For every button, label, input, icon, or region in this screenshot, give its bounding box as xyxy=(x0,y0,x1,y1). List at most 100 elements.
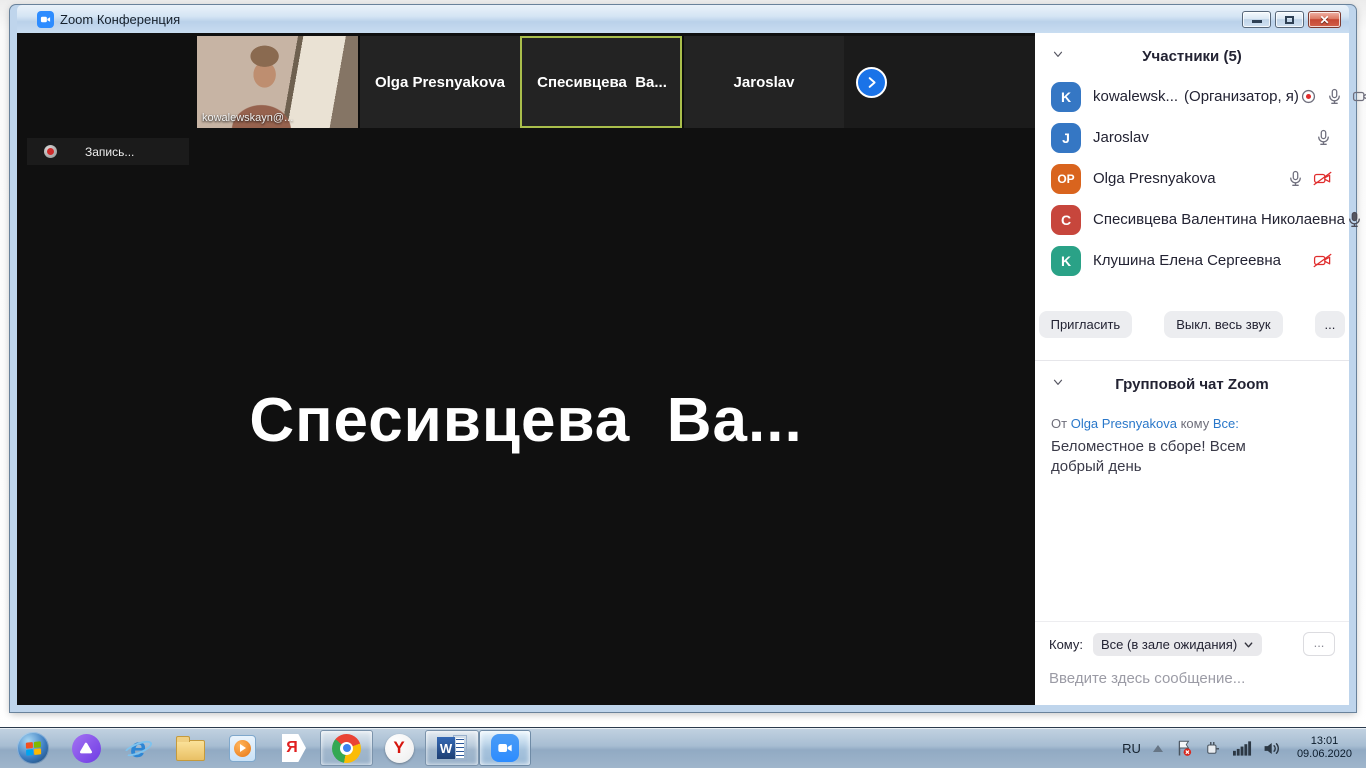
chevron-right-icon xyxy=(864,75,879,90)
camera-off-icon[interactable] xyxy=(1312,251,1333,270)
zoom-taskbar-button[interactable] xyxy=(479,730,531,766)
recipient-selector[interactable]: Все (в зале ожидания) xyxy=(1093,633,1262,656)
yandex-browser-icon: Y xyxy=(385,734,414,763)
video-tile-active-speaker[interactable]: Спесивцева Ва... xyxy=(520,36,682,128)
action-center-button[interactable] xyxy=(1175,739,1193,757)
collapse-chat-button[interactable] xyxy=(1051,375,1065,394)
participant-icons xyxy=(1286,169,1333,188)
self-video-label: kowalewskayn@... xyxy=(202,112,293,124)
participant-name: Olga Presnyakova xyxy=(1093,170,1216,187)
window-title: Zoom Конференция xyxy=(60,12,180,27)
mic-icon[interactable] xyxy=(1325,87,1344,106)
chat-message-text: Беломестное в сборе! Всем добрый день xyxy=(1051,437,1301,477)
tray-time: 13:01 xyxy=(1297,735,1352,748)
windows-media-player-icon xyxy=(229,735,256,762)
chat-header: Групповой чат Zoom xyxy=(1035,361,1349,404)
yandex-search-button[interactable]: Я xyxy=(268,730,320,766)
video-tile-label: Jaroslav xyxy=(734,74,795,91)
chevron-down-icon xyxy=(1051,47,1065,61)
message-input[interactable]: Введите здесь сообщение... xyxy=(1049,670,1335,687)
network-status-button[interactable] xyxy=(1233,740,1252,756)
chat-compose: Кому: Все (в зале ожидания) ... Введите … xyxy=(1035,621,1349,705)
recording-label: Запись... xyxy=(85,145,134,159)
participant-role: (Организатор, я) xyxy=(1184,88,1299,105)
video-tile[interactable]: Olga Presnyakova xyxy=(358,36,520,128)
window-body: kowalewskayn@... Olga Presnyakova Спесив… xyxy=(17,33,1349,705)
signal-bars-icon xyxy=(1233,740,1252,756)
alice-assistant-button[interactable] xyxy=(60,730,112,766)
file-explorer-button[interactable] xyxy=(164,730,216,766)
self-video-tile[interactable]: kowalewskayn@... xyxy=(197,36,358,128)
start-button[interactable] xyxy=(6,730,60,766)
camera-off-icon[interactable] xyxy=(1312,169,1333,188)
next-participants-button[interactable] xyxy=(856,67,887,98)
internet-explorer-button[interactable]: e xyxy=(112,730,164,766)
recipient-selected-value: Все (в зале ожидания) xyxy=(1101,637,1237,652)
participant-icons xyxy=(1345,210,1364,229)
participant-row[interactable]: C Спесивцева Валентина Николаевна xyxy=(1035,199,1349,240)
recipient-name[interactable]: Все: xyxy=(1213,416,1239,431)
mic-active-icon[interactable] xyxy=(1345,210,1364,229)
collapse-participants-button[interactable] xyxy=(1051,47,1065,66)
chat-title: Групповой чат Zoom xyxy=(1115,376,1269,393)
mic-icon[interactable] xyxy=(1314,128,1333,147)
participants-actions: Пригласить Выкл. весь звук ... xyxy=(1035,311,1349,338)
participant-name: Jaroslav xyxy=(1093,129,1149,146)
tray-date: 09.06.2020 xyxy=(1297,748,1352,761)
chrome-button[interactable] xyxy=(320,730,373,766)
chevron-down-icon xyxy=(1243,639,1254,650)
media-player-button[interactable] xyxy=(216,730,268,766)
alice-assistant-icon xyxy=(72,734,101,763)
recording-indicator: Запись... xyxy=(27,138,189,165)
taskbar-icons: e Я Y W xyxy=(0,728,531,768)
participants-list: K kowalewsk... (Организатор, я) J Jarosl… xyxy=(1035,76,1349,281)
avatar: K xyxy=(1051,246,1081,276)
power-status-button[interactable] xyxy=(1204,739,1222,757)
flag-alert-icon xyxy=(1175,739,1193,757)
word-button[interactable]: W xyxy=(425,730,479,766)
power-plug-icon xyxy=(1204,739,1222,757)
participant-icons xyxy=(1314,128,1333,147)
video-tile[interactable]: Jaroslav xyxy=(682,36,844,128)
participant-name: Клушина Елена Сергеевна xyxy=(1093,252,1281,269)
minimize-icon xyxy=(1252,20,1262,23)
side-panel: Участники (5) K kowalewsk... (Организато… xyxy=(1035,33,1349,705)
chat-message: От Olga Presnyakova кому Все: Беломестно… xyxy=(1035,404,1349,477)
record-dot-icon xyxy=(44,145,57,158)
camera-icon[interactable] xyxy=(1351,87,1366,106)
participant-row[interactable]: K kowalewsk... (Организатор, я) xyxy=(1035,76,1349,117)
active-speaker-name: Спесивцева Ва... xyxy=(17,385,1035,456)
zoom-app-icon xyxy=(491,734,519,762)
participant-row[interactable]: K Клушина Елена Сергеевна xyxy=(1035,240,1349,281)
participants-more-button[interactable]: ... xyxy=(1315,311,1346,338)
participant-icons xyxy=(1299,87,1366,106)
participants-title: Участники (5) xyxy=(1142,48,1242,65)
start-orb-icon xyxy=(17,732,49,764)
strip-end xyxy=(844,36,1035,128)
maximize-button[interactable] xyxy=(1275,11,1304,28)
volume-button[interactable] xyxy=(1263,740,1282,757)
speaker-icon xyxy=(1263,740,1282,757)
avatar: C xyxy=(1051,205,1081,235)
clock[interactable]: 13:01 09.06.2020 xyxy=(1293,735,1356,761)
compose-more-button[interactable]: ... xyxy=(1303,632,1335,656)
participant-icons xyxy=(1312,251,1333,270)
participant-row[interactable]: OP Olga Presnyakova xyxy=(1035,158,1349,199)
language-indicator[interactable]: RU xyxy=(1122,741,1141,756)
mic-icon[interactable] xyxy=(1286,169,1305,188)
minimize-button[interactable] xyxy=(1242,11,1271,28)
window-titlebar[interactable]: Zoom Конференция ✕ xyxy=(17,5,1349,33)
close-button[interactable]: ✕ xyxy=(1308,11,1341,28)
video-tile-label: Спесивцева Ва... xyxy=(537,74,667,91)
yandex-browser-button[interactable]: Y xyxy=(373,730,425,766)
strip-spacer xyxy=(17,36,197,128)
participants-header: Участники (5) xyxy=(1035,33,1349,76)
chat-message-meta: От Olga Presnyakova кому Все: xyxy=(1051,416,1333,431)
avatar: K xyxy=(1051,82,1081,112)
participant-row[interactable]: J Jaroslav xyxy=(1035,117,1349,158)
sender-name[interactable]: Olga Presnyakova xyxy=(1071,416,1177,431)
mute-all-button[interactable]: Выкл. весь звук xyxy=(1164,311,1282,338)
hidden-icons-button[interactable] xyxy=(1152,744,1164,753)
invite-button[interactable]: Пригласить xyxy=(1039,311,1133,338)
zoom-window: Zoom Конференция ✕ kowalewskayn@... Olga… xyxy=(10,5,1356,712)
